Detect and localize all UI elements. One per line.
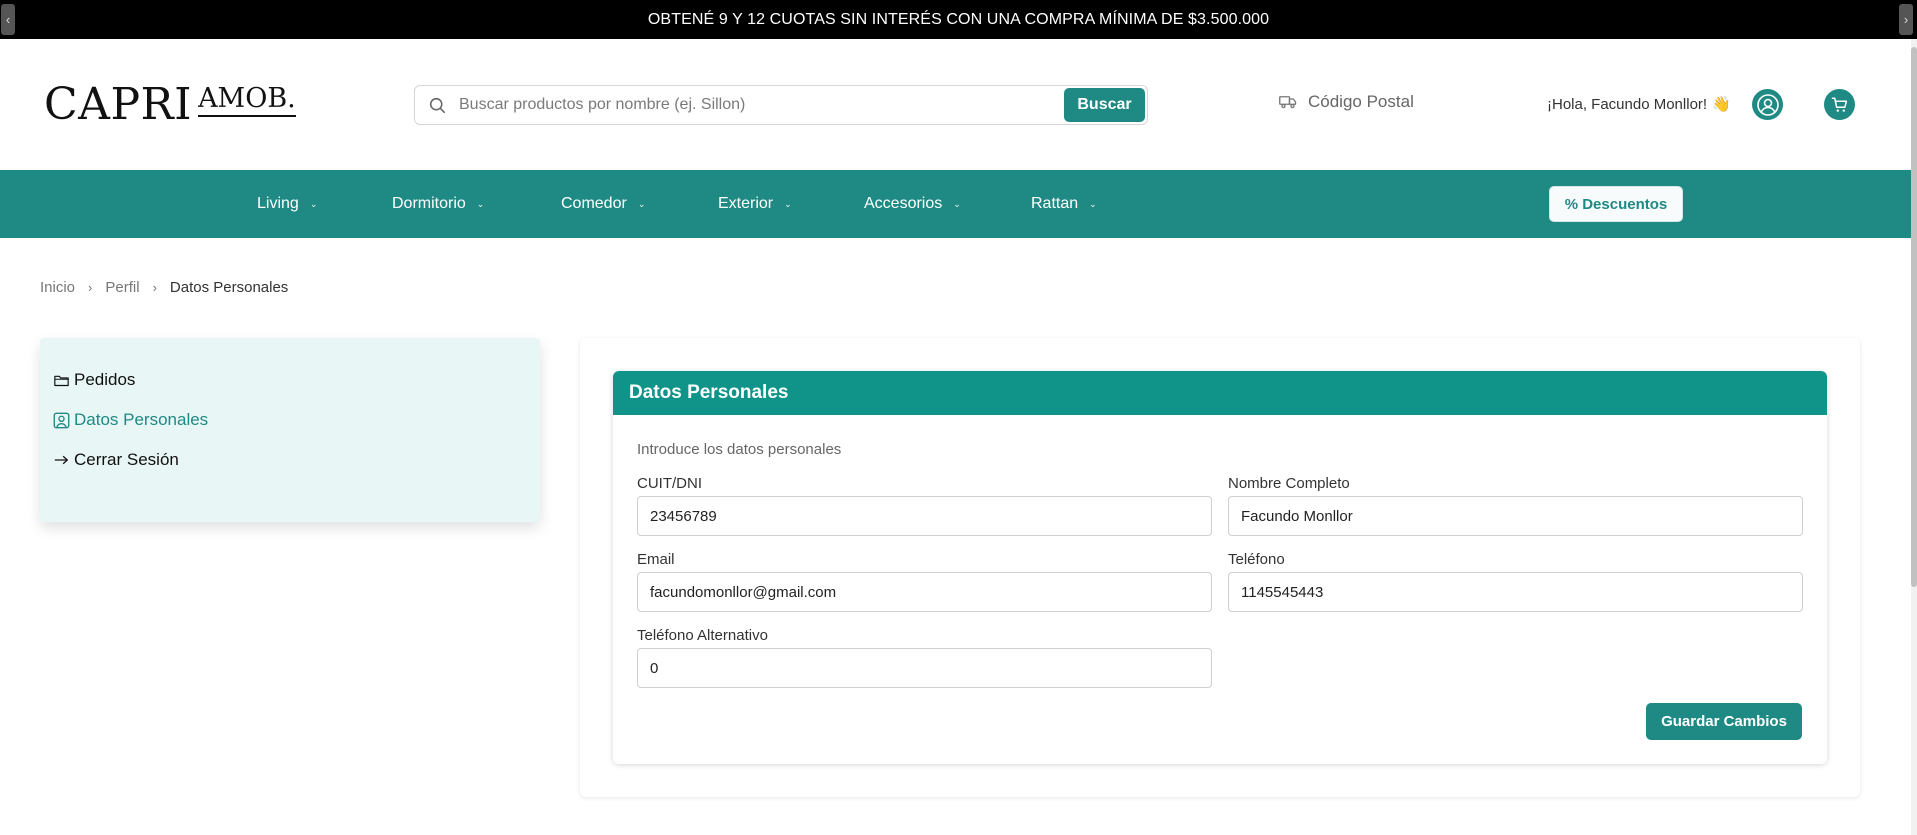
logo[interactable]: CAPRI AMOB. xyxy=(44,82,296,128)
chevron-right-icon: › xyxy=(88,280,93,295)
nav-item-living[interactable]: Living ⌄ xyxy=(257,170,317,238)
nav-item-comedor[interactable]: Comedor ⌄ xyxy=(561,170,645,238)
chevron-right-icon: › xyxy=(152,280,157,295)
sidebar-item-datos-personales[interactable]: Datos Personales xyxy=(52,410,208,430)
telefono-field-group: Teléfono xyxy=(1228,551,1803,612)
card-subtitle: Introduce los datos personales xyxy=(637,441,842,458)
telefono-alt-field-group: Teléfono Alternativo xyxy=(637,627,1212,688)
cart-icon[interactable] xyxy=(1824,89,1855,120)
folder-icon xyxy=(52,374,70,387)
breadcrumb: Inicio › Perfil › Datos Personales xyxy=(40,279,288,296)
user-card-icon xyxy=(52,412,70,429)
search-input[interactable] xyxy=(459,96,1064,114)
chevron-down-icon: ⌄ xyxy=(309,198,318,209)
arrow-right-icon xyxy=(52,454,70,466)
nav-item-label: Rattan xyxy=(1031,195,1079,212)
sidebar-item-cerrar-sesion[interactable]: Cerrar Sesión xyxy=(52,450,179,470)
breadcrumb-current: Datos Personales xyxy=(169,279,289,296)
search-bar: Buscar xyxy=(414,85,1148,125)
telefono-alt-input[interactable] xyxy=(637,648,1212,688)
greeting-text: ¡Hola, Facundo Monllor! xyxy=(1547,95,1708,113)
email-field-group: Email xyxy=(637,551,1212,612)
email-label: Email xyxy=(637,551,675,568)
profile-sidebar: Pedidos Datos Personales Cerrar Sesión xyxy=(40,338,540,522)
nav-item-exterior[interactable]: Exterior ⌄ xyxy=(718,170,792,238)
nav-item-label: Comedor xyxy=(561,195,627,212)
nav-item-rattan[interactable]: Rattan ⌄ xyxy=(1031,170,1097,238)
chevron-down-icon: ⌄ xyxy=(1089,198,1097,209)
telefono-alt-label: Teléfono Alternativo xyxy=(637,627,768,644)
search-icon xyxy=(415,86,459,124)
nav-item-label: Exterior xyxy=(718,195,774,212)
user-greeting: ¡Hola, Facundo Monllor! 👋 xyxy=(1547,95,1731,114)
promo-bar: OBTENÉ 9 Y 12 CUOTAS SIN INTERÉS CON UNA… xyxy=(0,0,1917,39)
search-button[interactable]: Buscar xyxy=(1064,88,1145,122)
telefono-label: Teléfono xyxy=(1228,551,1285,568)
truck-icon xyxy=(1279,95,1297,109)
cuit-field-group: CUIT/DNI xyxy=(637,475,1212,536)
cuit-label: CUIT/DNI xyxy=(637,475,702,492)
postal-label: Código Postal xyxy=(1308,92,1414,111)
scrollbar-thumb[interactable] xyxy=(1911,47,1917,587)
chevron-left-icon[interactable]: ‹ xyxy=(1,4,15,35)
nav-item-label: Dormitorio xyxy=(392,195,466,212)
discount-button[interactable]: % Descuentos xyxy=(1549,186,1683,222)
sidebar-item-label: Cerrar Sesión xyxy=(74,450,179,469)
chevron-down-icon: ⌄ xyxy=(953,198,961,209)
email-input[interactable] xyxy=(637,572,1212,612)
logo-sub: AMOB. xyxy=(198,84,296,117)
card-title: Datos Personales xyxy=(613,371,1827,415)
chevron-right-icon[interactable]: › xyxy=(1899,4,1913,35)
chevron-down-icon: ⌄ xyxy=(637,198,646,209)
breadcrumb-inicio[interactable]: Inicio xyxy=(40,279,75,296)
nav-item-dormitorio[interactable]: Dormitorio ⌄ xyxy=(392,170,484,238)
save-button[interactable]: Guardar Cambios xyxy=(1646,703,1802,740)
sidebar-item-label: Pedidos xyxy=(74,370,136,389)
nombre-input[interactable] xyxy=(1228,496,1803,536)
telefono-input[interactable] xyxy=(1228,572,1803,612)
nav-item-accesorios[interactable]: Accesorios ⌄ xyxy=(864,170,961,238)
nav-item-label: Accesorios xyxy=(864,195,943,212)
page-scrollbar[interactable] xyxy=(1911,39,1917,835)
user-icon[interactable] xyxy=(1752,89,1783,120)
chevron-down-icon: ⌄ xyxy=(784,198,792,209)
personal-data-card: Datos Personales Introduce los datos per… xyxy=(613,371,1827,764)
cuit-input[interactable] xyxy=(637,496,1212,536)
sidebar-item-label: Datos Personales xyxy=(74,410,209,429)
promo-text: OBTENÉ 9 Y 12 CUOTAS SIN INTERÉS CON UNA… xyxy=(647,10,1270,28)
waving-hand-icon: 👋 xyxy=(1712,96,1731,113)
postal-code-selector[interactable]: Código Postal xyxy=(1279,92,1414,112)
nav-item-label: Living xyxy=(257,195,299,212)
nombre-field-group: Nombre Completo xyxy=(1228,475,1803,536)
breadcrumb-perfil[interactable]: Perfil xyxy=(105,279,139,296)
sidebar-item-pedidos[interactable]: Pedidos xyxy=(52,370,135,390)
nombre-label: Nombre Completo xyxy=(1228,475,1350,492)
chevron-down-icon: ⌄ xyxy=(476,198,485,209)
logo-main: CAPRI xyxy=(44,79,193,130)
